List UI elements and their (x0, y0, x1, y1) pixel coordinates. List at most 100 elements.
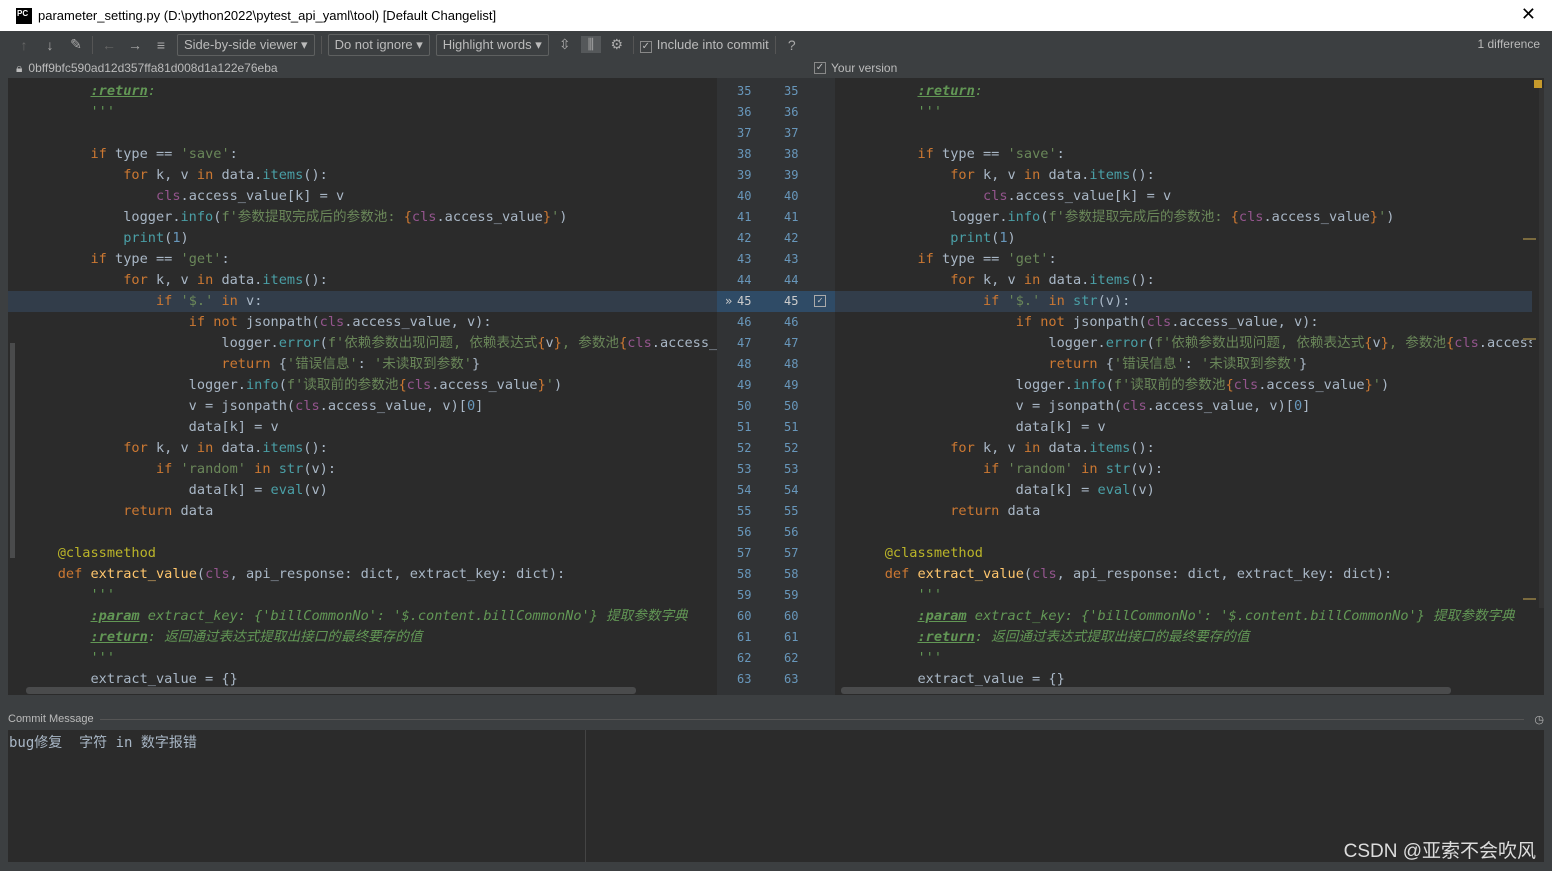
history-clock-icon[interactable]: ◷ (1534, 713, 1544, 726)
code-token: def (57, 566, 83, 582)
code-token: ) (1380, 377, 1390, 393)
diff-editor: :return: ''' if type == 'save': for k, v… (8, 78, 1544, 695)
commit-message-input[interactable]: bug修复 字符 in 数字报错 (8, 730, 1544, 862)
code-token: if (155, 461, 181, 477)
left-line-number: 49 (737, 378, 752, 392)
code-token: jsonpath( (237, 314, 320, 330)
code-token: :param (90, 608, 140, 624)
code-token: (v): (1130, 461, 1164, 477)
right-line-number: 37 (784, 126, 799, 140)
code-token: type == (106, 251, 181, 267)
code-token: eval (1097, 482, 1131, 498)
left-line-number: 39 (737, 168, 752, 182)
apply-change-chevron-icon[interactable]: » (725, 291, 732, 312)
viewer-dropdown[interactable]: Side-by-side viewer ▾ (177, 33, 315, 56)
right-code-pane[interactable]: :return: ''' if type == 'save': for k, v… (835, 78, 1532, 695)
code-token: f'依赖参数出现问题, 依赖表达式 (1154, 335, 1365, 351)
separator (320, 35, 322, 54)
left-line-number: 50 (737, 399, 752, 413)
code-token: extract_value = {} (852, 671, 1065, 687)
left-vertical-scrollbar[interactable] (10, 343, 15, 558)
ignore-label: Do not ignore (334, 36, 413, 52)
code-token: (v): (303, 461, 337, 477)
code-token: ( (1146, 335, 1155, 351)
checkbox-checked-icon[interactable]: ✓ (814, 62, 826, 74)
right-line-number: 42 (784, 231, 799, 245)
code-token: def (884, 566, 910, 582)
code-token: } (553, 335, 562, 351)
previous-difference-icon[interactable]: ↑ (14, 37, 34, 53)
difference-count: 1 difference (1477, 37, 1541, 51)
left-horizontal-scrollbar[interactable] (26, 687, 636, 694)
code-token: str (1105, 461, 1131, 477)
code-token: in (1023, 440, 1041, 456)
close-icon[interactable]: ✕ (1521, 4, 1536, 25)
code-line: return {'错误信息': '未读取到参数'} (835, 354, 1532, 375)
settings-gear-icon[interactable]: ⚙ (607, 36, 627, 53)
code-line: :return: 返回通过表达式提取出接口的最终要存的值 (8, 627, 717, 648)
code-line: for k, v in data.items(): (835, 438, 1532, 459)
code-token: v = jsonpath( (25, 398, 296, 414)
code-token: cls (411, 209, 437, 225)
sync-scroll-icon[interactable]: ⫼ (580, 36, 601, 53)
code-token: items (262, 167, 304, 183)
right-horizontal-scrollbar[interactable] (841, 687, 1451, 694)
code-token: ) (1386, 209, 1395, 225)
code-token: } (1364, 377, 1373, 393)
code-token: f'读取前的参数池 (1113, 377, 1226, 393)
code-token: '$.' (1007, 293, 1041, 309)
forward-icon[interactable]: → (125, 37, 145, 53)
left-code-pane[interactable]: :return: ''' if type == 'save': for k, v… (8, 78, 717, 695)
code-token: :return (917, 629, 975, 645)
code-token: @classmethod (884, 545, 983, 561)
code-token: (): (303, 440, 328, 456)
scroll-marker (1523, 338, 1536, 340)
left-line-number: 47 (737, 336, 752, 350)
right-vertical-scrollbar[interactable] (1539, 88, 1544, 608)
code-token: ''' (90, 650, 116, 666)
left-line-number: 37 (737, 126, 752, 140)
code-token: items (262, 440, 304, 456)
include-commit-checkbox[interactable]: ✓ Include into commit (639, 37, 769, 53)
code-token: data[k] = (25, 482, 271, 498)
inspection-status-icon[interactable] (1534, 80, 1542, 88)
code-token: in (196, 272, 214, 288)
left-line-number: 41 (737, 210, 752, 224)
list-icon[interactable]: ≡ (151, 37, 171, 53)
ignore-dropdown[interactable]: Do not ignore ▾ (327, 33, 430, 56)
your-version-label: Your version (831, 61, 898, 75)
code-token: (v) (303, 482, 328, 498)
code-token: extract_key: {'billCommonNo': '$.content… (139, 608, 688, 624)
help-icon[interactable]: ? (782, 37, 802, 53)
code-token: 0 (466, 398, 476, 414)
code-token: error (1105, 335, 1147, 351)
code-token: (): (303, 167, 328, 183)
code-token: .access_value, v): (344, 314, 492, 330)
highlight-dropdown[interactable]: Highlight words ▾ (435, 33, 549, 56)
right-line-number: 62 (784, 651, 799, 665)
code-token: 0 (1293, 398, 1303, 414)
edit-source-icon[interactable]: ✎ (66, 36, 86, 53)
code-token: info (1072, 377, 1106, 393)
info-bar: 🔒︎ 0bff9bfc590ad12d357ffa81d008d1a122e76… (8, 58, 1552, 78)
code-token: } (1298, 356, 1308, 372)
back-icon[interactable]: ← (99, 37, 119, 53)
code-token: k, v (147, 440, 197, 456)
code-token: :return (917, 83, 975, 99)
code-token: @classmethod (57, 545, 156, 561)
next-difference-icon[interactable]: ↓ (40, 37, 60, 53)
right-line-number: 53 (784, 462, 799, 476)
code-token: in (1023, 167, 1041, 183)
collapse-unchanged-icon[interactable]: ⇳ (555, 36, 575, 53)
include-change-checkbox[interactable]: ✓ (814, 295, 826, 307)
